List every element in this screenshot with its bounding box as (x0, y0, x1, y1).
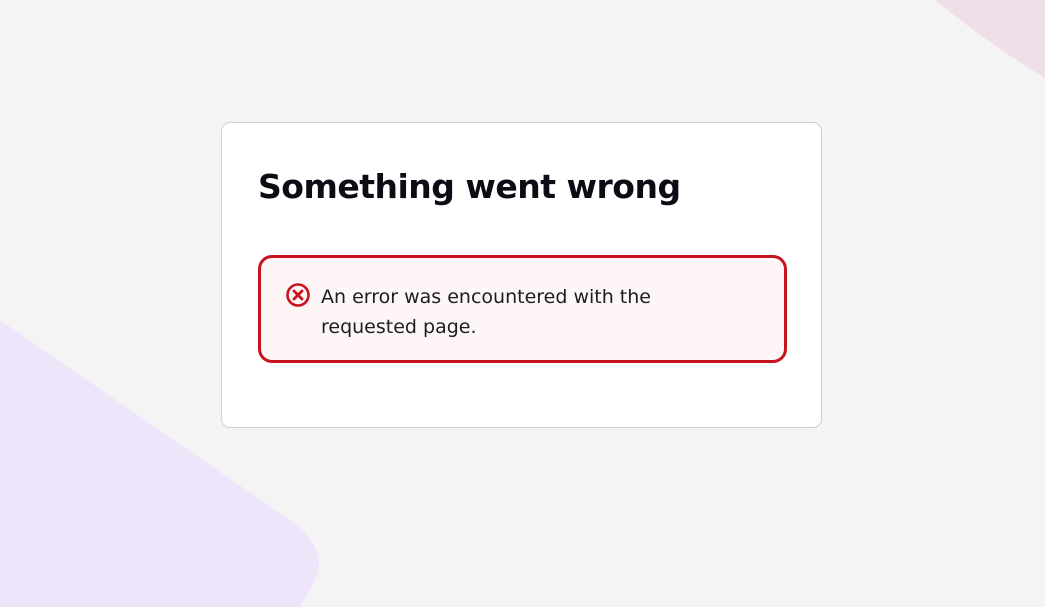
error-card: Something went wrong An error was encoun… (221, 122, 822, 428)
page-title: Something went wrong (258, 167, 681, 206)
error-message: An error was encountered with the reques… (321, 286, 651, 338)
background-shape-pink (935, 0, 1045, 78)
error-alert: An error was encountered with the reques… (258, 255, 787, 363)
error-circle-x-icon (286, 283, 310, 307)
